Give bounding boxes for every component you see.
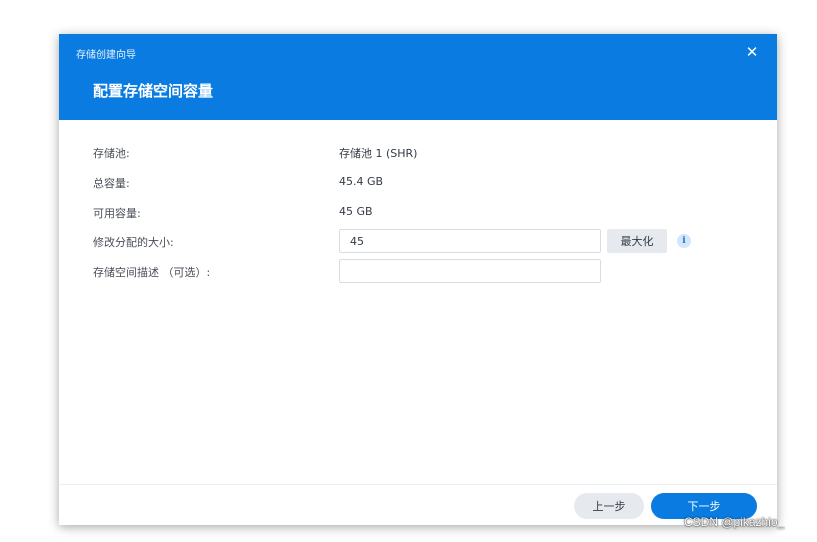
available-capacity-label: 可用容量: bbox=[93, 207, 141, 220]
watermark: CSDN @pikazhio_ bbox=[684, 515, 785, 529]
description-row: 存储空间描述 （可选）: bbox=[59, 259, 777, 283]
dialog-footer: 上一步 下一步 bbox=[59, 484, 777, 525]
allocated-size-row: 修改分配的大小: 最大化 i bbox=[59, 229, 777, 253]
wizard-title: 存储创建向导 bbox=[76, 50, 136, 61]
available-capacity-value: 45 GB bbox=[339, 205, 373, 218]
info-icon[interactable]: i bbox=[677, 234, 691, 248]
total-capacity-row: 总容量: 45.4 GB bbox=[59, 170, 777, 194]
pool-value: 存储池 1 (SHR) bbox=[339, 147, 418, 160]
pool-label: 存储池: bbox=[93, 147, 130, 160]
step-title: 配置存储空间容量 bbox=[93, 82, 214, 100]
pool-row: 存储池: 存储池 1 (SHR) bbox=[59, 140, 777, 164]
available-capacity-row: 可用容量: 45 GB bbox=[59, 200, 777, 224]
allocated-size-input[interactable] bbox=[339, 229, 601, 253]
description-input[interactable] bbox=[339, 259, 601, 283]
previous-button[interactable]: 上一步 bbox=[574, 493, 644, 519]
total-capacity-value: 45.4 GB bbox=[339, 175, 384, 188]
close-icon[interactable]: ✕ bbox=[743, 43, 761, 61]
total-capacity-label: 总容量: bbox=[93, 177, 130, 190]
description-label: 存储空间描述 （可选）: bbox=[93, 266, 211, 279]
maximize-button[interactable]: 最大化 bbox=[607, 229, 667, 253]
dialog-header: 存储创建向导 ✕ 配置存储空间容量 bbox=[59, 34, 777, 120]
page: 存储创建向导 ✕ 配置存储空间容量 存储池: 存储池 1 (SHR) 总容量: … bbox=[0, 0, 817, 542]
storage-wizard-dialog: 存储创建向导 ✕ 配置存储空间容量 存储池: 存储池 1 (SHR) 总容量: … bbox=[59, 34, 777, 525]
allocated-size-label: 修改分配的大小: bbox=[93, 236, 174, 249]
